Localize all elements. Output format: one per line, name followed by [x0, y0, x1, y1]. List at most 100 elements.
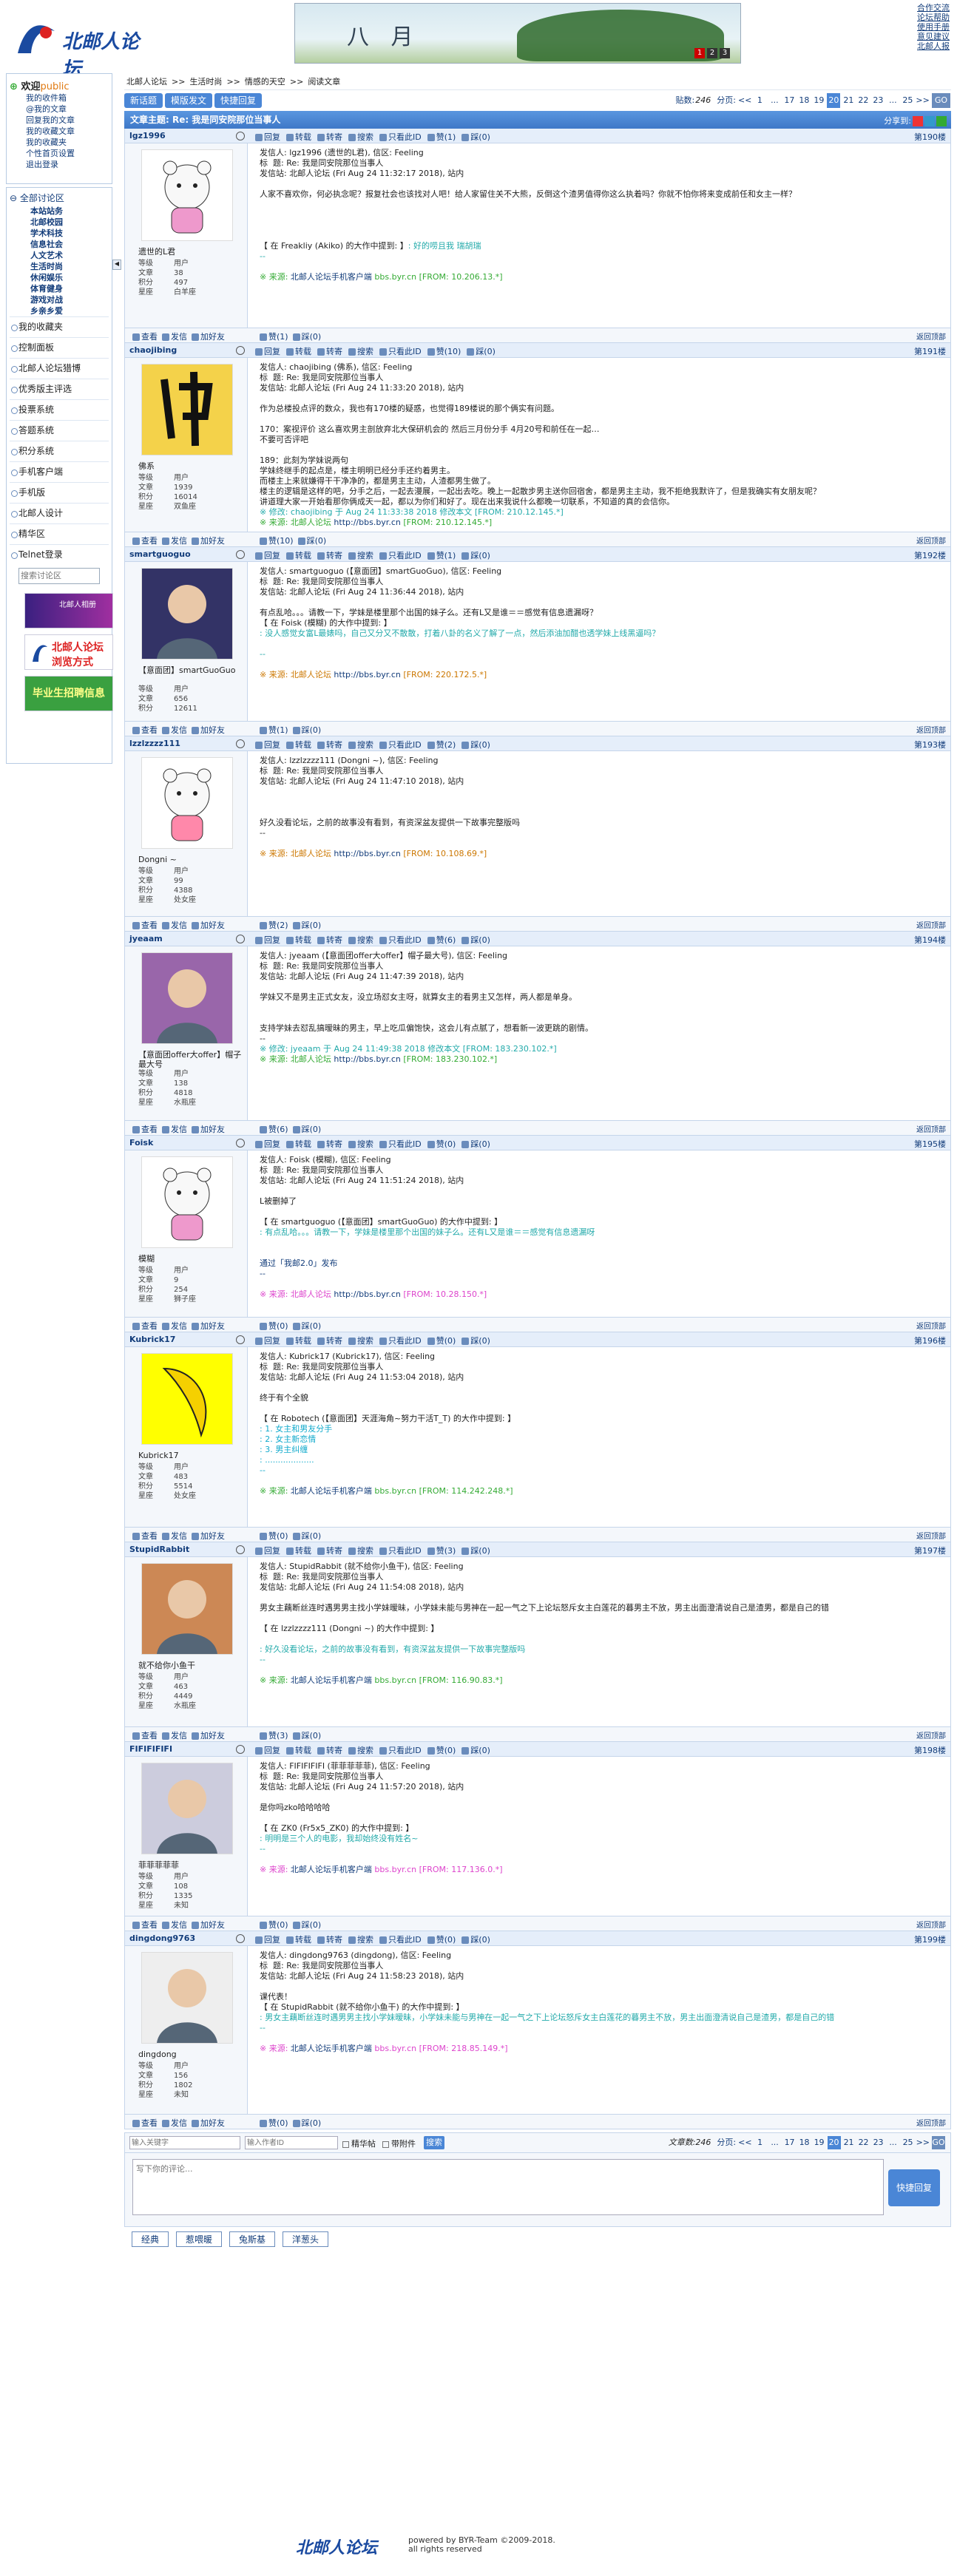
author-input[interactable]: [245, 2136, 338, 2149]
post-op-1[interactable]: 转载: [295, 1336, 311, 1346]
author-action-1[interactable]: 发信: [171, 1531, 187, 1541]
avatar[interactable]: [141, 952, 233, 1044]
post-username[interactable]: lgz1996: [129, 131, 166, 140]
page-link[interactable]: <<: [738, 2136, 751, 2149]
like-count[interactable]: 赞(1): [268, 332, 288, 342]
back-to-top-link[interactable]: 返回顶部: [916, 724, 946, 735]
share-weibo-icon[interactable]: [913, 116, 923, 126]
page-link[interactable]: ...: [768, 93, 781, 108]
share-qq-icon[interactable]: [924, 116, 935, 126]
author-action-1[interactable]: 发信: [171, 1125, 187, 1134]
post-op-0[interactable]: 回复: [264, 1746, 280, 1755]
board-link[interactable]: 学术科技: [10, 228, 109, 239]
like-button[interactable]: 赞(0): [436, 1336, 456, 1346]
post-op-2[interactable]: 转寄: [326, 551, 342, 560]
post-op-3[interactable]: 搜索: [357, 1935, 373, 1945]
post-op-4[interactable]: 只看此ID: [388, 1336, 422, 1346]
post-op-2[interactable]: 转寄: [326, 740, 342, 750]
dislike-button[interactable]: 踩(0): [470, 1935, 490, 1945]
author-action-2[interactable]: 加好友: [200, 536, 225, 546]
post-op-2[interactable]: 转寄: [326, 132, 342, 142]
dislike-count[interactable]: 踩(0): [302, 725, 322, 735]
page-link[interactable]: 21: [842, 2136, 856, 2149]
like-count[interactable]: 赞(0): [268, 1321, 288, 1331]
page-link[interactable]: 23: [872, 2136, 885, 2149]
page-link[interactable]: 19: [812, 93, 825, 108]
back-to-top-link[interactable]: 返回顶部: [916, 2117, 946, 2128]
like-count[interactable]: 赞(0): [268, 2118, 288, 2128]
page-link[interactable]: 20: [827, 2136, 841, 2149]
dislike-button[interactable]: 踩(0): [470, 1139, 490, 1149]
avatar[interactable]: [141, 364, 233, 455]
dislike-count[interactable]: 踩(0): [302, 921, 322, 930]
collapse-sidebar-button[interactable]: ◀: [112, 260, 121, 270]
dislike-button[interactable]: 踩(0): [476, 347, 496, 356]
nav-row[interactable]: Telnet登录: [10, 544, 109, 565]
emoji-tab[interactable]: 洋葱头: [283, 2231, 329, 2247]
like-count[interactable]: 赞(0): [268, 1920, 288, 1930]
dislike-count[interactable]: 踩(0): [302, 1920, 322, 1930]
dislike-button[interactable]: 踩(0): [470, 132, 490, 142]
post-op-1[interactable]: 转载: [295, 1935, 311, 1945]
emoji-tab[interactable]: 经典: [132, 2231, 169, 2247]
nav-row[interactable]: 优秀版主评选: [10, 379, 109, 399]
post-floor[interactable]: 第197楼: [914, 1545, 946, 1556]
post-op-4[interactable]: 只看此ID: [388, 1935, 422, 1945]
emoji-tab[interactable]: 惹喂暖: [176, 2231, 223, 2247]
page-link[interactable]: 1: [753, 93, 766, 108]
page-link[interactable]: 21: [842, 93, 855, 108]
page-link[interactable]: <<: [738, 93, 751, 108]
quick-reply-button[interactable]: 快捷回复: [214, 93, 263, 108]
post-op-2[interactable]: 转寄: [326, 1546, 342, 1556]
post-op-2[interactable]: 转寄: [326, 935, 342, 945]
post-op-4[interactable]: 只看此ID: [388, 132, 422, 142]
author-action-1[interactable]: 发信: [171, 332, 187, 342]
back-to-top-link[interactable]: 返回顶部: [916, 1919, 946, 1930]
bottom-search-button[interactable]: 搜索: [424, 2136, 444, 2149]
template-post-button[interactable]: 模版发文: [165, 93, 213, 108]
avatar[interactable]: [141, 1353, 233, 1445]
post-op-1[interactable]: 转载: [295, 935, 311, 945]
author-action-0[interactable]: 查看: [141, 536, 158, 546]
dislike-count[interactable]: 踩(0): [302, 1125, 322, 1134]
nav-row[interactable]: 答题系统: [10, 420, 109, 441]
post-op-2[interactable]: 转寄: [326, 1746, 342, 1755]
ad-album[interactable]: 北邮人相册: [24, 593, 113, 628]
dislike-count[interactable]: 踩(0): [302, 1731, 322, 1741]
dislike-count[interactable]: 踩(0): [307, 536, 327, 546]
author-action-1[interactable]: 发信: [171, 1920, 187, 1930]
post-floor[interactable]: 第191楼: [914, 345, 946, 357]
back-to-top-link[interactable]: 返回顶部: [916, 535, 946, 546]
back-to-top-link[interactable]: 返回顶部: [916, 1530, 946, 1541]
welcome-link[interactable]: @我的文章: [10, 104, 109, 115]
avatar[interactable]: [141, 149, 233, 241]
reply-submit-button[interactable]: 快捷回复: [888, 2169, 940, 2206]
author-action-2[interactable]: 加好友: [200, 921, 225, 930]
post-username[interactable]: Kubrick17: [129, 1335, 175, 1344]
author-action-2[interactable]: 加好友: [200, 725, 225, 735]
board-link[interactable]: 休闲娱乐: [10, 272, 109, 283]
post-op-0[interactable]: 回复: [264, 132, 280, 142]
post-floor[interactable]: 第199楼: [914, 1933, 946, 1945]
post-floor[interactable]: 第192楼: [914, 549, 946, 561]
post-op-3[interactable]: 搜索: [357, 1746, 373, 1755]
like-count[interactable]: 赞(6): [268, 1125, 288, 1134]
page-link[interactable]: >>: [916, 93, 929, 108]
ad-jobs[interactable]: 毕业生招聘信息: [24, 676, 113, 711]
post-op-1[interactable]: 转载: [295, 551, 311, 560]
dislike-button[interactable]: 踩(0): [470, 1746, 490, 1755]
dislike-count[interactable]: 踩(0): [302, 1321, 322, 1331]
dislike-count[interactable]: 踩(0): [302, 1531, 322, 1541]
page-link[interactable]: 17: [783, 2136, 797, 2149]
like-button[interactable]: 赞(1): [436, 551, 456, 560]
post-op-0[interactable]: 回复: [264, 1935, 280, 1945]
share-renren-icon[interactable]: [936, 116, 947, 126]
dislike-button[interactable]: 踩(0): [470, 935, 490, 945]
author-action-2[interactable]: 加好友: [200, 1731, 225, 1741]
author-action-1[interactable]: 发信: [171, 1321, 187, 1331]
dislike-button[interactable]: 踩(0): [470, 1336, 490, 1346]
post-username[interactable]: FIFIFIFIFI: [129, 1744, 172, 1754]
author-action-0[interactable]: 查看: [141, 1321, 158, 1331]
post-op-4[interactable]: 只看此ID: [388, 551, 422, 560]
top-link[interactable]: 合作交流: [917, 3, 950, 13]
